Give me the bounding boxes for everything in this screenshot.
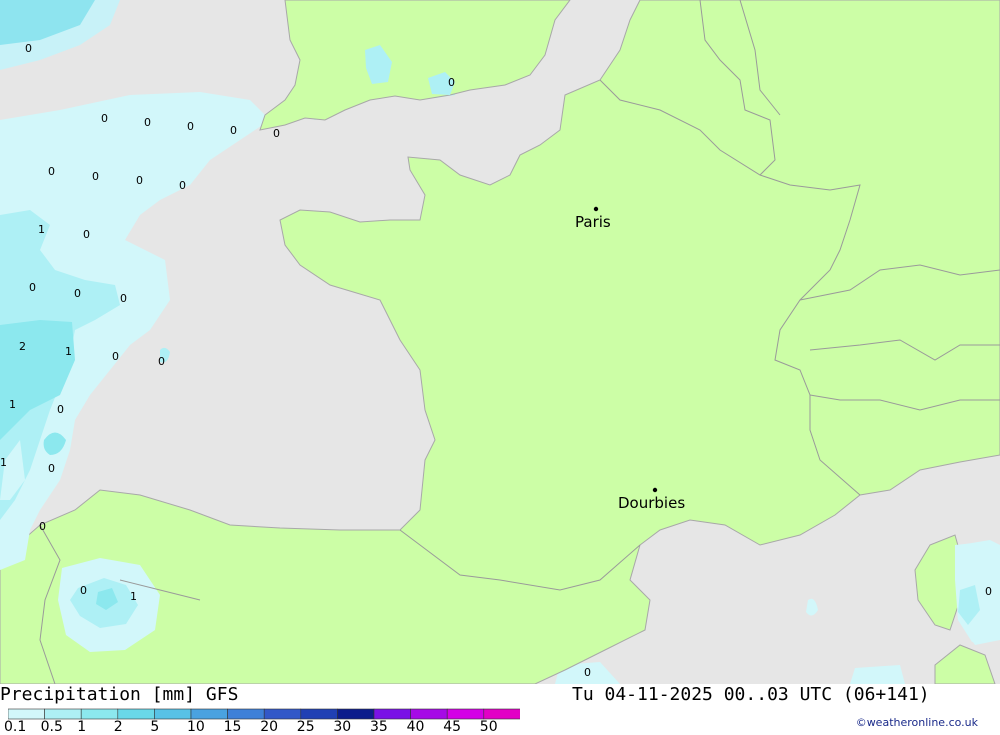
legend-swatch [227, 708, 265, 720]
legend-swatch [263, 708, 302, 720]
legend-swatch [446, 708, 485, 720]
map-value: 0 [273, 127, 280, 140]
map-value: 1 [130, 590, 137, 603]
map-value: 0 [584, 666, 591, 679]
legend-swatch [410, 708, 448, 720]
legend-swatch [8, 708, 45, 720]
map-value: 0 [112, 350, 119, 363]
city-marker [593, 206, 599, 212]
map-value: 0 [39, 520, 46, 533]
legend-swatch [373, 708, 411, 720]
precipitation-map: 0 0 0 0 0 0 0 0 0 0 0 1 0 0 0 0 2 1 0 0 … [0, 0, 1000, 684]
credit: ©weatheronline.co.uk [855, 716, 978, 729]
map-value: 0 [179, 179, 186, 192]
map-value: 0 [136, 174, 143, 187]
map-value: 2 [19, 340, 26, 353]
map-value: 0 [74, 287, 81, 300]
map-value: 0 [120, 292, 127, 305]
legend-swatch [337, 708, 375, 720]
map-value: 0 [448, 76, 455, 89]
map-value: 0 [230, 124, 237, 137]
map-value: 0 [80, 584, 87, 597]
map-value: 1 [9, 398, 16, 411]
map-value: 0 [101, 112, 108, 125]
legend-swatch [483, 708, 520, 720]
valid-time: Tu 04-11-2025 00..03 UTC (06+141) [572, 684, 930, 705]
map-value: 1 [65, 345, 72, 358]
map-value: 0 [48, 462, 55, 475]
legend-swatch [300, 708, 338, 720]
legend-swatch [117, 708, 155, 720]
map-value: 0 [25, 42, 32, 55]
legend-swatch [80, 708, 119, 720]
map-value: 0 [144, 116, 151, 129]
map-value: 0 [83, 228, 90, 241]
legend-swatch [154, 708, 192, 720]
map-value: 1 [0, 456, 7, 469]
map-value: 0 [985, 585, 992, 598]
map-value: 0 [187, 120, 194, 133]
map-value: 0 [57, 403, 64, 416]
map-value: 0 [158, 355, 165, 368]
map-value: 0 [92, 170, 99, 183]
city-label: Dourbies [618, 494, 685, 512]
map-title: Precipitation [mm] GFS [0, 684, 239, 705]
city-label: Paris [575, 213, 611, 231]
map-value: 1 [38, 223, 45, 236]
legend-swatch [190, 708, 228, 720]
city-marker [652, 487, 658, 493]
map-value: 0 [29, 281, 36, 294]
map-value: 0 [48, 165, 55, 178]
legend-swatch [44, 708, 82, 720]
